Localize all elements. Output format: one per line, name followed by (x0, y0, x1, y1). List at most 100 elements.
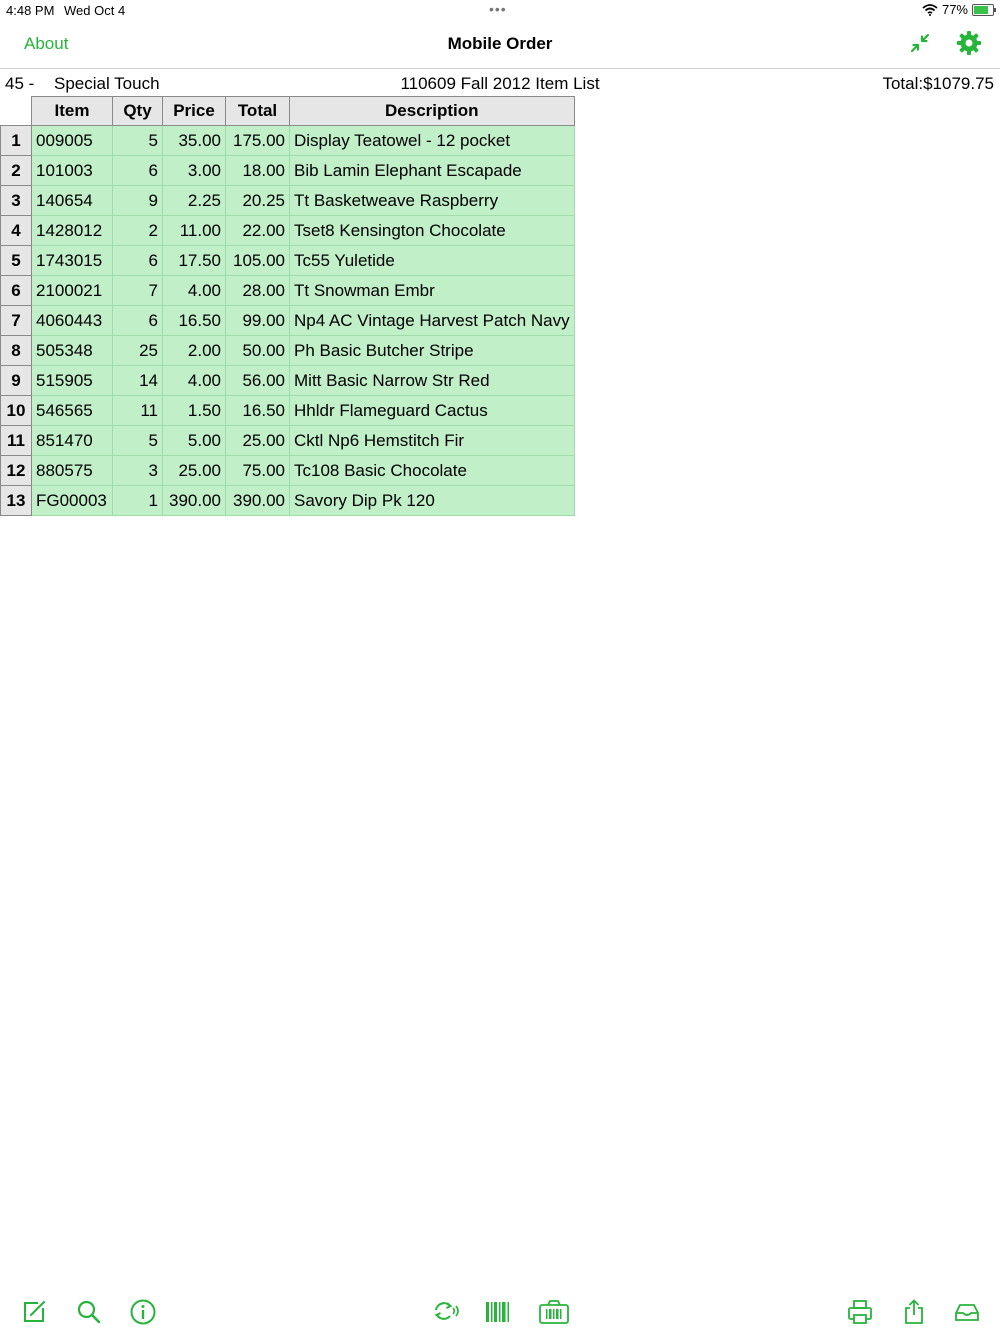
row-number: 7 (0, 305, 32, 336)
cell-item[interactable]: 009005 (31, 125, 113, 156)
cell-item[interactable]: 4060443 (31, 305, 113, 336)
table-row[interactable]: 8 505348 25 2.00 50.00 Ph Basic Butcher Strip… (0, 335, 575, 366)
table-row[interactable]: 4 1428012 2 11.00 22.00 Tset8 Kensington Choc… (0, 215, 575, 246)
cell-price[interactable]: 17.50 (162, 245, 226, 276)
sync-icon[interactable] (432, 1298, 460, 1326)
cell-description[interactable]: Tc55 Yuletide (289, 245, 575, 276)
cell-total[interactable]: 16.50 (225, 395, 290, 426)
cell-price[interactable]: 2.00 (162, 335, 226, 366)
column-header-item[interactable]: Item (31, 96, 113, 126)
cell-description[interactable]: Savory Dip Pk 120 (289, 485, 575, 516)
bottom-toolbar (0, 1290, 1000, 1334)
table-row[interactable]: 7 4060443 6 16.50 99.00 Np4 AC Vintage Harves… (0, 305, 575, 336)
multitasking-dots-icon[interactable]: ••• (489, 1, 507, 17)
gear-icon[interactable] (956, 30, 982, 56)
column-header-total[interactable]: Total (225, 96, 290, 126)
order-info: 45 - Special Touch 110609 Fall 2012 Item… (0, 72, 1000, 96)
cell-qty[interactable]: 11 (112, 395, 163, 426)
cell-price[interactable]: 25.00 (162, 455, 226, 486)
table-row[interactable]: 13 FG00003 1 390.00 390.00 Savory Dip Pk 120 (0, 485, 575, 516)
table-row[interactable]: 9 515905 14 4.00 56.00 Mitt Basic Narrow Str … (0, 365, 575, 396)
cell-description[interactable]: Mitt Basic Narrow Str Red (289, 365, 575, 396)
column-header-description[interactable]: Description (289, 96, 575, 126)
column-header-qty[interactable]: Qty (112, 96, 163, 126)
cell-item[interactable]: 2100021 (31, 275, 113, 306)
cell-item[interactable]: 505348 (31, 335, 113, 366)
cell-description[interactable]: Bib Lamin Elephant Escapade (289, 155, 575, 186)
cell-qty[interactable]: 5 (112, 125, 163, 156)
cell-item[interactable]: 546565 (31, 395, 113, 426)
cell-total[interactable]: 105.00 (225, 245, 290, 276)
cell-total[interactable]: 28.00 (225, 275, 290, 306)
cell-total[interactable]: 75.00 (225, 455, 290, 486)
status-date: Wed Oct 4 (64, 3, 126, 18)
cell-price[interactable]: 16.50 (162, 305, 226, 336)
table-row[interactable]: 10 546565 11 1.50 16.50 Hhldr Flameguard Cact… (0, 395, 575, 426)
cell-price[interactable]: 390.00 (162, 485, 226, 516)
barcode-icon[interactable] (484, 1298, 512, 1326)
cell-item[interactable]: 880575 (31, 455, 113, 486)
collapse-icon[interactable] (907, 30, 933, 56)
cell-qty[interactable]: 6 (112, 245, 163, 276)
cell-description[interactable]: Cktl Np6 Hemstitch Fir (289, 425, 575, 456)
cell-total[interactable]: 56.00 (225, 365, 290, 396)
cell-item[interactable]: FG00003 (31, 485, 113, 516)
cell-item[interactable]: 101003 (31, 155, 113, 186)
cell-price[interactable]: 5.00 (162, 425, 226, 456)
cell-description[interactable]: Tc108 Basic Chocolate (289, 455, 575, 486)
cell-total[interactable]: 18.00 (225, 155, 290, 186)
cell-qty[interactable]: 6 (112, 305, 163, 336)
cell-price[interactable]: 1.50 (162, 395, 226, 426)
cell-qty[interactable]: 3 (112, 455, 163, 486)
cell-total[interactable]: 50.00 (225, 335, 290, 366)
cell-description[interactable]: Tset8 Kensington Chocolate (289, 215, 575, 246)
column-header-price[interactable]: Price (162, 96, 226, 126)
table-row[interactable]: 2 101003 6 3.00 18.00 Bib Lamin Elephant Esca… (0, 155, 575, 186)
print-icon[interactable] (846, 1298, 874, 1326)
cell-item[interactable]: 1743015 (31, 245, 113, 276)
cell-description[interactable]: Ph Basic Butcher Stripe (289, 335, 575, 366)
cell-qty[interactable]: 6 (112, 155, 163, 186)
cell-total[interactable]: 99.00 (225, 305, 290, 336)
camera-barcode-icon[interactable] (538, 1298, 570, 1326)
cell-item[interactable]: 1428012 (31, 215, 113, 246)
compose-icon[interactable] (20, 1298, 48, 1326)
share-icon[interactable] (900, 1298, 928, 1326)
table-row[interactable]: 11 851470 5 5.00 25.00 Cktl Np6 Hemstitch Fir (0, 425, 575, 456)
cell-qty[interactable]: 1 (112, 485, 163, 516)
cell-price[interactable]: 35.00 (162, 125, 226, 156)
item-list-name[interactable]: 110609 Fall 2012 Item List (0, 74, 1000, 94)
cell-total[interactable]: 390.00 (225, 485, 290, 516)
cell-total[interactable]: 20.25 (225, 185, 290, 216)
cell-price[interactable]: 4.00 (162, 365, 226, 396)
cell-qty[interactable]: 5 (112, 425, 163, 456)
cell-item[interactable]: 140654 (31, 185, 113, 216)
search-icon[interactable] (75, 1298, 103, 1326)
cell-price[interactable]: 4.00 (162, 275, 226, 306)
cell-qty[interactable]: 14 (112, 365, 163, 396)
cell-description[interactable]: Tt Basketweave Raspberry (289, 185, 575, 216)
table-row[interactable]: 6 2100021 7 4.00 28.00 Tt Snowman Embr (0, 275, 575, 306)
inbox-icon[interactable] (953, 1298, 981, 1326)
cell-description[interactable]: Display Teatowel - 12 pocket (289, 125, 575, 156)
cell-price[interactable]: 2.25 (162, 185, 226, 216)
cell-total[interactable]: 25.00 (225, 425, 290, 456)
table-row[interactable]: 3 140654 9 2.25 20.25 Tt Basketweave Raspberr… (0, 185, 575, 216)
cell-total[interactable]: 22.00 (225, 215, 290, 246)
info-icon[interactable] (129, 1298, 157, 1326)
cell-qty[interactable]: 25 (112, 335, 163, 366)
cell-price[interactable]: 11.00 (162, 215, 226, 246)
table-row[interactable]: 5 1743015 6 17.50 105.00 Tc55 Yuletide (0, 245, 575, 276)
cell-qty[interactable]: 7 (112, 275, 163, 306)
cell-price[interactable]: 3.00 (162, 155, 226, 186)
cell-description[interactable]: Tt Snowman Embr (289, 275, 575, 306)
cell-description[interactable]: Hhldr Flameguard Cactus (289, 395, 575, 426)
cell-qty[interactable]: 2 (112, 215, 163, 246)
cell-description[interactable]: Np4 AC Vintage Harvest Patch Navy (289, 305, 575, 336)
cell-item[interactable]: 851470 (31, 425, 113, 456)
cell-qty[interactable]: 9 (112, 185, 163, 216)
cell-total[interactable]: 175.00 (225, 125, 290, 156)
cell-item[interactable]: 515905 (31, 365, 113, 396)
table-row[interactable]: 12 880575 3 25.00 75.00 Tc108 Basic Chocolate (0, 455, 575, 486)
table-row[interactable]: 1 009005 5 35.00 175.00 Display Teatowel - 12… (0, 125, 575, 156)
